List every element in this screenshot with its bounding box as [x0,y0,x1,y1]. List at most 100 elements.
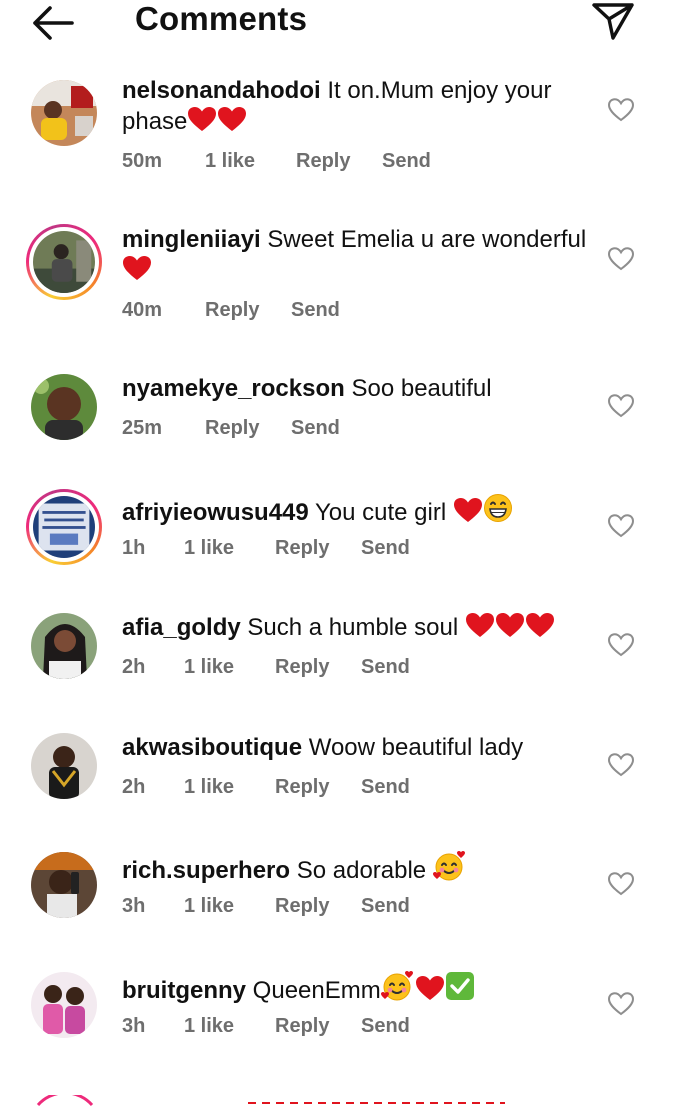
avatar-rich-superhero[interactable] [26,847,102,923]
comment-text: akwasiboutique Woow beautiful lady [122,732,587,763]
like-comment-button[interactable] [607,632,635,658]
avatar-image [31,613,97,679]
comment-likes-link[interactable]: 1 like [184,537,275,560]
reply-button[interactable]: Reply [275,1015,361,1038]
comment-text: mingleniiayi Sweet Emelia u are wonderfu… [122,224,587,286]
avatar-image [31,80,97,146]
send-button[interactable]: Send [361,537,410,560]
comment-username[interactable]: bruitgenny [122,977,246,1004]
avatar-afia-goldy[interactable] [26,608,102,684]
heart-emoji-icon [453,498,482,522]
comment-body: So adorable [296,857,427,884]
comment-meta: 1h 1 like Reply Send [122,537,410,560]
like-comment-button[interactable] [607,752,635,778]
reply-button[interactable]: Reply [275,776,361,799]
comment-timestamp: 2h [122,776,146,798]
send-button[interactable]: Send [361,656,410,679]
reply-button[interactable]: Reply [275,656,361,679]
comment-timestamp: 25m [122,417,163,439]
heart-emoji-icon [415,976,444,1000]
send-button[interactable]: Send [361,1015,410,1038]
comment-meta: 40m Reply Send [122,299,340,322]
avatar-mingleniiayi[interactable] [26,224,102,300]
comment-likes-link[interactable]: 1 like [184,656,275,679]
heart-emoji-icon [465,613,494,637]
comment-emojis [458,613,555,641]
avatar-image [31,852,97,918]
comment-meta: 25m Reply Send [122,417,340,440]
comment-username[interactable]: rich.superhero [122,857,290,884]
heart-emoji-icon [218,107,247,131]
avatar-image [31,972,97,1038]
comment-emojis [122,256,152,284]
comment-timestamp: 2h [122,656,146,678]
avatar-image [31,374,97,440]
comment-emojis [187,107,247,135]
reply-button[interactable]: Reply [205,299,291,322]
comment-body: Woow beautiful lady [308,734,524,761]
avatar-image [31,733,97,799]
comment-emojis [380,971,475,1004]
send-button[interactable]: Send [291,299,340,322]
comment-body: Soo beautiful [351,375,492,402]
comment-timestamp: 40m [122,299,163,321]
send-button[interactable]: Send [382,150,431,173]
comment-text: bruitgenny QueenEmm [122,971,587,1006]
heart-emoji-icon [188,107,217,131]
avatar-akwasiboutique[interactable] [26,728,102,804]
send-button[interactable]: Send [361,776,410,799]
like-comment-button[interactable] [607,393,635,419]
reply-button[interactable]: Reply [275,895,361,918]
avatar-afriyieowusu449[interactable] [26,489,102,565]
comment-emojis [426,851,467,884]
comment-username[interactable]: nyamekye_rockson [122,375,345,402]
next-comment-partial [0,1094,673,1106]
comment-meta: 2h 1 like Reply Send [122,776,410,799]
comment-meta: 3h 1 like Reply Send [122,895,410,918]
avatar-image [33,496,95,558]
like-comment-button[interactable] [607,97,635,123]
heart-outline-icon [607,98,635,122]
heart-outline-icon [607,872,635,896]
comment-meta: 50m 1 like Reply Send [122,150,431,173]
comment-likes-link[interactable]: 1 like [184,776,275,799]
reply-button[interactable]: Reply [275,537,361,560]
like-comment-button[interactable] [607,991,635,1017]
heart-outline-icon [607,247,635,271]
comment-meta: 2h 1 like Reply Send [122,656,410,679]
heart-emoji-icon [495,613,524,637]
comment-username[interactable]: nelsonandahodoi [122,77,321,104]
like-comment-button[interactable] [607,871,635,897]
avatar-nelsonandahodoi[interactable] [26,75,102,151]
like-comment-button[interactable] [607,513,635,539]
comment-username[interactable]: mingleniiayi [122,226,261,253]
grinning-face-icon [483,494,512,522]
smiling-face-with-hearts-icon [432,851,465,881]
send-button[interactable]: Send [291,417,340,440]
avatar-bruitgenny[interactable] [26,967,102,1043]
share-button[interactable] [590,0,636,42]
comment-likes-link[interactable]: 1 like [205,150,296,173]
heart-outline-icon [607,514,635,538]
send-button[interactable]: Send [361,895,410,918]
comment-meta: 3h 1 like Reply Send [122,1015,410,1038]
comment-username[interactable]: afriyieowusu449 [122,499,309,526]
comment-text: afriyieowusu449 You cute girl [122,493,587,528]
reply-button[interactable]: Reply [296,150,382,173]
heart-outline-icon [607,394,635,418]
comment-timestamp: 50m [122,150,163,172]
comment-timestamp: 1h [122,537,146,559]
comment-likes-link[interactable]: 1 like [184,1015,275,1038]
comment-text: nyamekye_rockson Soo beautiful [122,373,587,404]
comment-body: QueenEmm [252,977,381,1004]
heart-emoji-icon [525,613,554,637]
like-comment-button[interactable] [607,246,635,272]
check-mark-button-icon [445,972,474,1000]
comment-timestamp: 3h [122,895,146,917]
back-button[interactable] [28,2,78,44]
avatar-nyamekye-rockson[interactable] [26,369,102,445]
comment-likes-link[interactable]: 1 like [184,895,275,918]
reply-button[interactable]: Reply [205,417,291,440]
comment-username[interactable]: afia_goldy [122,614,241,641]
comment-username[interactable]: akwasiboutique [122,734,302,761]
